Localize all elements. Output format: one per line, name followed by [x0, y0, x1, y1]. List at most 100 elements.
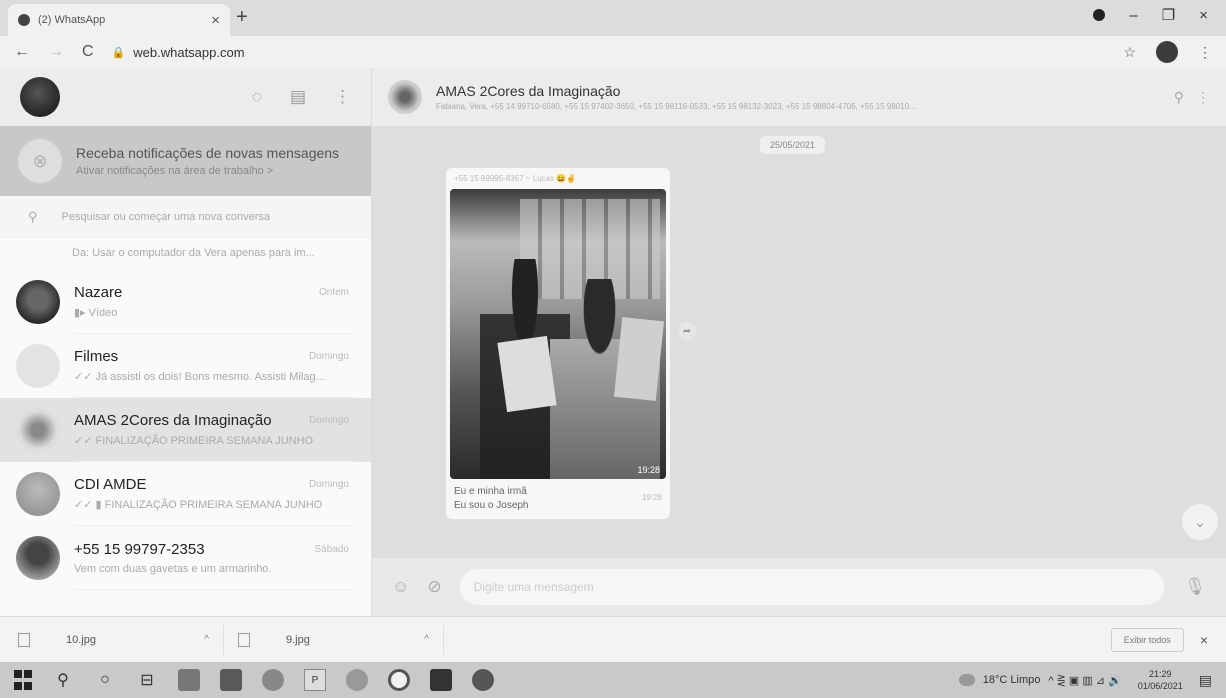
app-icon[interactable] [472, 669, 494, 691]
notification-off-icon: ⊗ [18, 139, 62, 183]
chat-preview: Da: Usar o computador da Vera apenas par… [72, 247, 315, 259]
chat-item-amas[interactable]: AMAS 2Cores da Imaginação Domingo ✓✓ FIN… [0, 398, 371, 462]
forward-icon[interactable]: ➦ [678, 322, 696, 340]
chat-time: Ontem [318, 287, 349, 298]
browser-tab-whatsapp[interactable]: (2) WhatsApp × [8, 4, 230, 36]
tray-icons[interactable]: ^ ⋛ ▣ ▥ ⊿ 🔊 [1048, 674, 1121, 687]
windows-start-icon[interactable] [14, 669, 32, 691]
new-chat-icon[interactable]: ▤ [290, 87, 306, 107]
chat-item-partial[interactable]: Da: Usar o computador da Vera apenas par… [0, 238, 371, 270]
message-area: 25/05/2021 +55 15 99995-8357 ~ Lucas 😄✌ … [372, 126, 1226, 558]
browser-menu-icon[interactable]: ⋮ [1198, 44, 1212, 61]
weather-text[interactable]: 18°C Limpo [983, 674, 1041, 686]
tab-title: (2) WhatsApp [38, 14, 106, 26]
caption-line: Eu e minha irmã [454, 486, 527, 497]
conversation-menu-icon[interactable]: ⋮ [1196, 89, 1210, 106]
avatar [16, 280, 60, 324]
reload-button[interactable]: C [82, 43, 94, 61]
chat-name: AMAS 2Cores da Imaginação [74, 412, 272, 429]
clock[interactable]: 21:29 01/06/2021 [1138, 668, 1183, 692]
attach-icon[interactable]: ⊘ [427, 577, 441, 597]
emoji-icon[interactable]: ☺ [392, 577, 409, 597]
windows-taskbar: ⚲ ○ ⊟ P 18°C Limpo ^ ⋛ ▣ ▥ ⊿ 🔊 21:29 01/… [0, 662, 1226, 698]
url-field[interactable]: web.whatsapp.com [133, 45, 244, 60]
message-bubble[interactable]: +55 15 99995-8357 ~ Lucas 😄✌ 19:28 19:28… [446, 168, 670, 519]
avatar [16, 536, 60, 580]
message-timestamp: 19:28 [641, 493, 662, 502]
whatsapp-favicon-icon [18, 14, 30, 26]
task-view-icon[interactable]: ⊟ [136, 669, 158, 691]
my-avatar[interactable] [20, 77, 60, 117]
chat-preview: Vem com duas gavetas e um armarinho. [74, 562, 272, 575]
chat-item-nazare[interactable]: Nazare Ontem ▮▸ Vídeo [0, 270, 371, 334]
chrome-icon[interactable] [388, 669, 410, 691]
notification-center-icon[interactable]: ▤ [1199, 672, 1212, 689]
chat-time: Domingo [308, 479, 349, 490]
sidebar-menu-icon[interactable]: ⋮ [334, 87, 351, 107]
message-photo[interactable]: 19:28 [450, 189, 666, 479]
message-sender: +55 15 99995-8357 ~ Lucas 😄✌ [454, 174, 577, 183]
chat-item-cdi-amde[interactable]: CDI AMDE Domingo ✓✓ ▮ FINALIZAÇÃO PRIMEI… [0, 462, 371, 526]
download-item[interactable]: 10.jpg ^ [18, 624, 224, 655]
edge-icon[interactable] [262, 669, 284, 691]
notification-banner[interactable]: ⊗ Receba notificações de novas mensagens… [0, 126, 371, 196]
taskbar-search-icon[interactable]: ⚲ [52, 669, 74, 691]
conversation-search-icon[interactable]: ⚲ [1174, 89, 1184, 106]
store-icon[interactable] [220, 669, 242, 691]
restore-button[interactable]: ❐ [1162, 6, 1175, 24]
close-window-button[interactable]: × [1199, 7, 1208, 24]
forward-button[interactable]: → [48, 43, 64, 61]
tab-close-icon[interactable]: × [211, 12, 220, 29]
bookmark-star-icon[interactable]: ☆ [1123, 44, 1136, 61]
close-downloads-button[interactable]: × [1200, 632, 1208, 648]
chat-preview: ✓✓ Já assisti os dois! Bons mesmo. Assis… [74, 371, 325, 383]
status-icon[interactable]: ◌ [252, 87, 262, 107]
address-bar: ← → C 🔒 web.whatsapp.com ☆ ⋮ [0, 36, 1226, 68]
group-avatar[interactable] [388, 80, 422, 114]
recording-indicator-icon [1093, 9, 1106, 21]
scroll-down-button[interactable]: ⌄ [1182, 504, 1218, 540]
chat-item-filmes[interactable]: Filmes Domingo ✓✓ Já assisti os dois! Bo… [0, 334, 371, 398]
sidebar-header: ◌ ▤ ⋮ [0, 68, 371, 126]
chat-item-phone[interactable]: +55 15 99797-2353 Sábado Vem com duas ga… [0, 526, 371, 590]
chat-name: Filmes [74, 348, 119, 365]
system-tray: 18°C Limpo ^ ⋛ ▣ ▥ ⊿ 🔊 21:29 01/06/2021 … [958, 668, 1212, 692]
powerpoint-icon[interactable]: P [304, 669, 326, 691]
file-explorer-icon[interactable] [178, 669, 200, 691]
chat-list: Da: Usar o computador da Vera apenas par… [0, 238, 371, 614]
show-all-downloads-button[interactable]: Exibir todos [1110, 627, 1184, 652]
browser-tabbar: (2) WhatsApp × + – ❐ × [0, 0, 1226, 36]
new-tab-button[interactable]: + [236, 6, 248, 29]
message-input[interactable]: Digite uma mensagem [459, 569, 1165, 605]
lock-icon[interactable]: 🔒 [112, 46, 126, 59]
notification-title: Receba notificações de novas mensagens [76, 145, 340, 161]
chat-preview: ▮▸ Vídeo [74, 307, 118, 319]
file-icon [238, 632, 250, 647]
chat-preview: ✓✓ ▮ FINALIZAÇÃO PRIMEIRA SEMANA JUNHO [74, 499, 323, 511]
microphone-icon[interactable]: 🎙 [1184, 577, 1206, 597]
back-button[interactable]: ← [14, 43, 30, 61]
conversation-header[interactable]: AMAS 2Cores da Imaginação Fabiana, Vera,… [372, 68, 1226, 126]
window-controls: – ❐ × [1093, 6, 1226, 24]
group-name: AMAS 2Cores da Imaginação [436, 83, 621, 99]
app-icon[interactable] [346, 669, 368, 691]
notification-enable-link[interactable]: Ativar notificações na área de trabalho … [76, 165, 339, 177]
chevron-up-icon[interactable]: ^ [424, 634, 429, 645]
search-bar[interactable]: ⚲ Pesquisar ou começar uma nova conversa [0, 196, 371, 238]
profile-avatar[interactable] [1156, 41, 1178, 63]
caption-line: Eu sou o Joseph [454, 500, 529, 511]
chat-name: Nazare [74, 284, 123, 301]
group-avatar [16, 344, 60, 388]
message-composer: ☺ ⊘ Digite uma mensagem 🎙 [372, 558, 1226, 616]
chevron-up-icon[interactable]: ^ [204, 634, 209, 645]
whatsapp-app: ◌ ▤ ⋮ ⊗ Receba notificações de novas men… [0, 68, 1226, 616]
cortana-icon[interactable]: ○ [94, 669, 116, 691]
photo-drawing [613, 317, 665, 401]
minimize-button[interactable]: – [1129, 7, 1137, 24]
weather-icon [958, 674, 975, 686]
chat-preview: ✓✓ FINALIZAÇÃO PRIMEIRA SEMANA JUNHO [74, 435, 314, 447]
search-input[interactable]: Pesquisar ou começar uma nova conversa [62, 211, 271, 223]
download-item[interactable]: 9.jpg ^ [238, 624, 444, 655]
chat-time: Domingo [308, 415, 349, 426]
briefcase-icon[interactable] [430, 669, 452, 691]
